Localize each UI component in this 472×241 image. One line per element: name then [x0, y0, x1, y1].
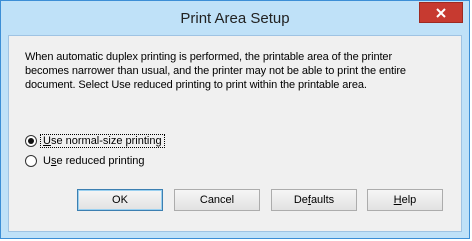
message-text: When automatic duplex printing is perfor…: [25, 51, 406, 91]
dialog-body: When automatic duplex printing is perfor…: [8, 35, 462, 232]
dialog-title: Print Area Setup: [180, 10, 290, 27]
option-reduced-label[interactable]: Use reduced printing: [41, 155, 147, 167]
defaults-button[interactable]: De f aults: [271, 189, 357, 211]
option-normal-size[interactable]: Use normal-size printing: [25, 133, 165, 149]
help-button[interactable]: Help: [367, 189, 443, 211]
close-icon: [436, 7, 446, 18]
option-normal-size-label[interactable]: Use normal-size printing: [40, 134, 165, 148]
print-area-setup-dialog: Print Area Setup When automatic duplex p…: [0, 0, 470, 239]
close-button[interactable]: [419, 2, 463, 23]
ok-button[interactable]: OK: [77, 189, 163, 211]
cancel-button[interactable]: Cancel: [174, 189, 260, 211]
option-reduced[interactable]: Use reduced printing: [25, 153, 147, 169]
radio-reduced[interactable]: [25, 155, 37, 167]
title-bar[interactable]: Print Area Setup: [1, 1, 469, 35]
radio-normal-size[interactable]: [25, 135, 37, 147]
